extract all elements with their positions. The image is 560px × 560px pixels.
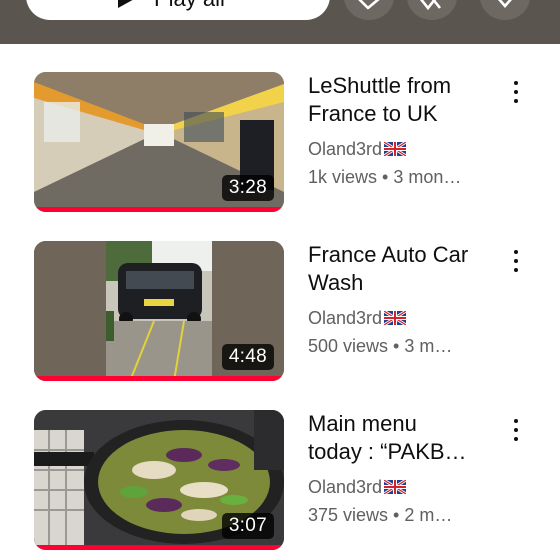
channel-name-row: Oland3rd <box>308 135 508 163</box>
video-title: France Auto Car Wash <box>308 241 508 297</box>
more-options-button[interactable] <box>506 78 526 106</box>
video-title: Main menu today : “PAKB… <box>308 410 508 466</box>
list-item[interactable]: 3:07 Main menu today : “PAKB… Oland3rd 3… <box>0 410 560 550</box>
play-all-button[interactable]: Play all <box>26 0 330 20</box>
video-title: LeShuttle from France to UK <box>308 72 508 128</box>
more-vert-icon <box>514 419 518 423</box>
channel-name: Oland3rd <box>308 308 383 328</box>
shuffle-icon <box>358 0 380 10</box>
more-vert-icon <box>514 250 518 254</box>
more-options-button[interactable] <box>506 247 526 275</box>
list-item[interactable]: 4:48 France Auto Car Wash Oland3rd 500 v… <box>0 241 560 381</box>
video-stats: 1k views • 3 mon… <box>308 167 462 187</box>
duration-badge: 4:48 <box>221 344 274 370</box>
video-thumbnail[interactable]: 3:07 <box>34 410 284 550</box>
watch-progress-bar <box>34 207 284 212</box>
video-title-line: LeShuttle from <box>308 73 452 98</box>
play-icon <box>118 0 138 8</box>
video-title-line: France to UK <box>308 101 438 126</box>
more-vert-icon <box>514 81 518 85</box>
duration-badge: 3:28 <box>221 175 274 201</box>
video-title-line: today : “PAKB… <box>308 439 467 464</box>
share-icon <box>419 0 442 11</box>
video-meta[interactable]: France Auto Car Wash Oland3rd 500 views … <box>308 241 508 360</box>
video-stats: 500 views • 3 m… <box>308 336 453 356</box>
video-title-line: Main menu <box>308 411 417 436</box>
video-title-line: France Auto Car <box>308 242 469 267</box>
uk-flag-icon <box>384 311 407 325</box>
more-options-button[interactable] <box>506 416 526 444</box>
channel-name: Oland3rd <box>308 477 383 497</box>
video-thumbnail[interactable]: 4:48 <box>34 241 284 381</box>
video-meta[interactable]: Main menu today : “PAKB… Oland3rd 375 vi… <box>308 410 508 529</box>
duration-badge: 3:07 <box>221 513 274 539</box>
video-meta[interactable]: LeShuttle from France to UK Oland3rd 1k … <box>308 72 508 191</box>
watch-progress-bar <box>34 545 284 550</box>
video-thumbnail[interactable]: 3:28 <box>34 72 284 212</box>
channel-name-row: Oland3rd <box>308 304 508 332</box>
share-button[interactable] <box>407 0 457 20</box>
uk-flag-icon <box>384 142 407 156</box>
video-stats: 375 views • 2 m… <box>308 505 453 525</box>
list-item[interactable]: 3:28 LeShuttle from France to UK Oland3r… <box>0 72 560 212</box>
watch-progress-bar <box>34 376 284 381</box>
channel-name: Oland3rd <box>308 139 383 159</box>
uk-flag-icon <box>384 480 407 494</box>
shuffle-button[interactable] <box>344 0 394 20</box>
channel-name-row: Oland3rd <box>308 473 508 501</box>
download-icon <box>498 0 512 8</box>
play-all-label: Play all <box>154 0 225 12</box>
video-title-line: Wash <box>308 270 364 295</box>
playlist-header: Play all <box>0 0 560 44</box>
download-button[interactable] <box>480 0 530 20</box>
